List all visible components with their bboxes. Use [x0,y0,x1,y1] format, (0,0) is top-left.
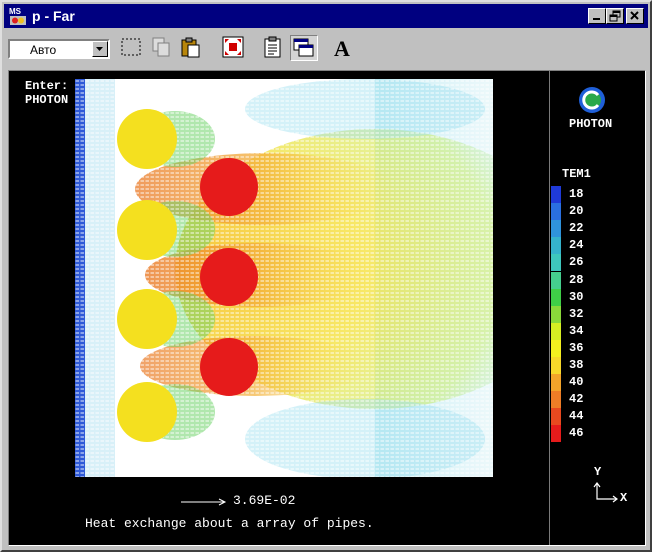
legend-label: 20 [569,204,584,219]
hot-pipe-2 [200,248,258,306]
hot-pipe-1 [200,158,258,216]
cold-pipe-1 [117,109,177,169]
legend-swatch [551,288,561,306]
flow-field-plot [75,79,493,477]
background-button[interactable] [290,35,318,61]
legend-swatch [551,271,561,289]
paste-button[interactable] [178,35,206,61]
mark-button[interactable] [118,35,146,61]
fullscreen-icon [222,36,244,58]
toolbar: Авто A [4,30,648,66]
minimize-icon [593,18,600,20]
font-button[interactable]: A [330,35,358,61]
svg-text:MS: MS [9,7,22,16]
legend-swatch [551,203,561,221]
photon-logo-icon [579,87,605,113]
console-window: MS p - Far Авто A Enter: PHOTON PHOTON T… [0,0,652,552]
plot-caption: Heat exchange about a array of pipes. [85,516,374,531]
legend-swatch [551,374,561,392]
legend-label: 30 [569,289,584,304]
legend-label: 40 [569,375,584,390]
legend-swatch [551,339,561,357]
legend-swatch [551,305,561,323]
axis-x-label: X [620,491,628,505]
copy-button[interactable] [148,35,176,61]
photon-logo-text: PHOTON [569,117,613,131]
restore-icon [609,10,621,22]
legend-label: 46 [569,426,584,441]
cold-pipe-3 [117,289,177,349]
legend-label: 18 [569,187,584,201]
legend-label: 36 [569,340,584,355]
properties-icon [264,36,281,58]
legend-swatch [551,186,561,203]
legend-label: 32 [569,306,584,321]
legend-swatch [551,408,561,426]
axis-y-label: Y [594,465,602,479]
close-button[interactable] [626,8,644,24]
paste-icon [181,37,200,58]
console-screen[interactable]: Enter: PHOTON PHOTON TEM1 18 20 22 24 26… [8,70,646,546]
legend-swatch [551,254,561,272]
vector-scale-value: 3.69E-02 [233,493,296,508]
font-icon: A [334,36,350,61]
cold-pipe-4 [117,382,177,442]
axes-arrows-icon [593,482,618,503]
title-bar[interactable]: MS p - Far [4,4,648,28]
window-title: p - Far [32,8,75,24]
prompt-line-1: Enter: [25,79,69,93]
legend-swatch [551,220,561,238]
background-icon [293,38,314,57]
ms-dos-icon[interactable]: MS [8,6,28,26]
legend-label: 38 [569,358,584,372]
chevron-down-icon[interactable] [92,41,108,57]
font-size-select-value: Авто [30,43,57,57]
restore-button[interactable] [606,8,624,24]
legend-swatch [551,237,561,255]
copy-icon [152,37,170,57]
font-size-select[interactable]: Авто [8,39,110,59]
legend-swatch [551,391,561,409]
mark-tool-icon [121,38,141,56]
legend-title: TEM1 [562,167,591,181]
cold-pipe-2 [117,200,177,260]
legend-label: 28 [569,272,584,287]
properties-button[interactable] [260,35,288,61]
prompt-text: Enter: PHOTON [25,79,68,107]
legend-swatch [551,357,561,374]
svg-text:A: A [334,36,350,61]
prompt-line-2: PHOTON [25,93,69,107]
fullscreen-button[interactable] [220,35,248,61]
legend-label: 26 [569,255,584,270]
legend-label: 24 [569,238,584,253]
minimize-button[interactable] [588,8,606,24]
legend-label: 44 [569,409,584,424]
close-icon [630,11,639,20]
panel-divider [549,71,550,545]
legend-swatch [551,425,561,443]
vector-scale-arrow-icon [181,498,227,506]
legend-swatch [551,322,561,340]
hot-pipe-3 [200,338,258,396]
legend-label: 22 [569,221,584,236]
legend-label: 42 [569,392,584,407]
legend-label: 34 [569,323,584,338]
